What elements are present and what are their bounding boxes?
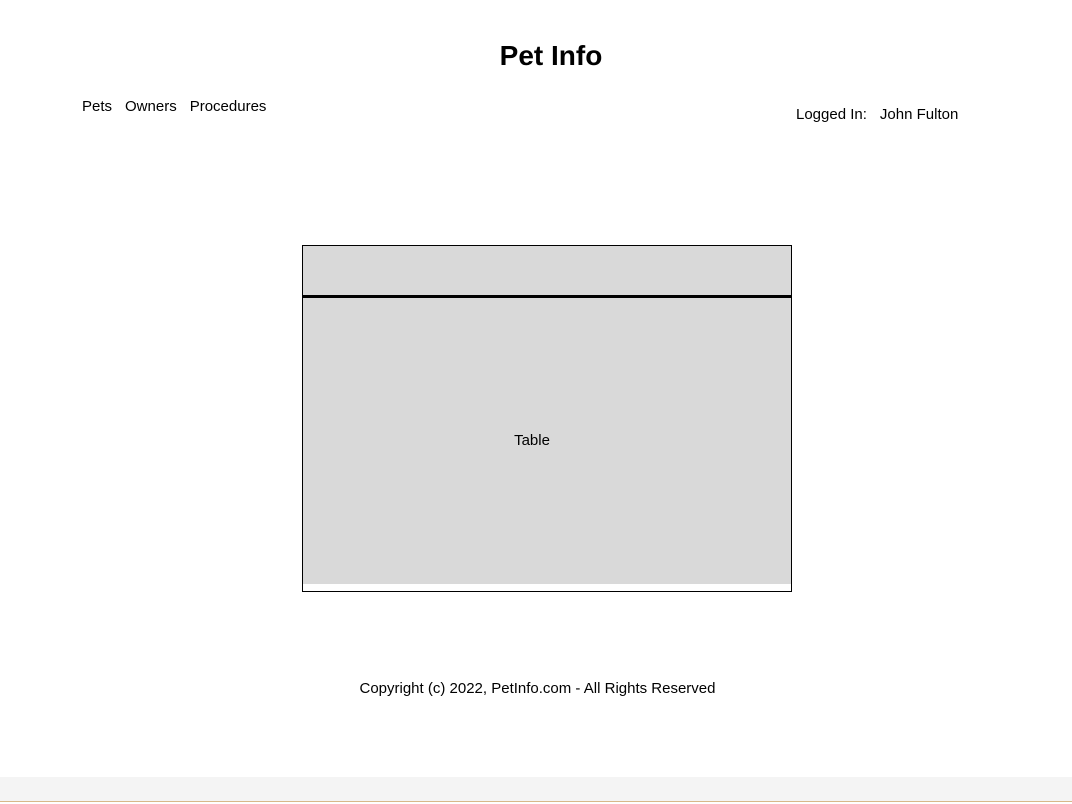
main-nav: Pets Owners Procedures — [82, 97, 266, 117]
nav-link-pets[interactable]: Pets — [82, 97, 112, 117]
user-name: John Fulton — [879, 106, 959, 123]
login-status: Logged In: John Fulton — [796, 105, 958, 125]
page-title: Pet Info — [499, 40, 603, 71]
footer-copyright: Copyright (c) 2022, PetInfo.com - All Ri… — [359, 680, 716, 697]
data-table: Table — [302, 245, 792, 592]
logged-in-label: Logged In: — [796, 106, 867, 123]
table-header — [303, 246, 791, 298]
page: Pet Info Pets Owners Procedures Logged I… — [0, 0, 1072, 804]
table-placeholder-label: Table — [514, 432, 550, 449]
nav-link-owners[interactable]: Owners — [125, 97, 177, 117]
bottom-bar — [0, 777, 1072, 802]
nav-link-procedures[interactable]: Procedures — [190, 97, 267, 117]
table-body: Table — [303, 298, 791, 584]
